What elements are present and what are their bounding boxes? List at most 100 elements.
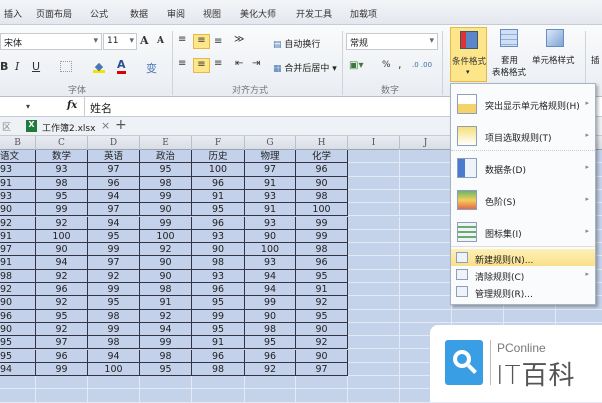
increase-indent-icon[interactable]: ⇥	[252, 58, 260, 69]
table-cell[interactable]: 97	[296, 362, 348, 377]
menu-item-color-scales[interactable]: 色阶(S) ▸	[451, 185, 595, 215]
empty-cell[interactable]	[348, 296, 400, 310]
table-cell[interactable]: 96	[36, 349, 88, 363]
italic-button[interactable]: I	[15, 60, 19, 73]
empty-cell[interactable]	[348, 189, 400, 204]
column-header[interactable]: E	[140, 136, 192, 150]
table-cell[interactable]: 95	[140, 163, 192, 177]
table-cell[interactable]: 93	[245, 189, 296, 204]
table-cell[interactable]: 95	[192, 203, 245, 217]
table-cell[interactable]: 93	[36, 163, 88, 177]
empty-cell[interactable]	[0, 376, 36, 390]
column-header[interactable]: C	[36, 136, 88, 150]
table-cell[interactable]: 94	[140, 322, 192, 337]
table-cell[interactable]: 90	[0, 203, 36, 217]
table-cell[interactable]: 99	[296, 216, 348, 230]
table-cell[interactable]: 99	[88, 283, 140, 297]
empty-cell[interactable]	[140, 376, 192, 390]
font-color-button[interactable]: A	[117, 58, 126, 74]
table-cell[interactable]: 90	[140, 269, 192, 283]
table-cell[interactable]: 96	[192, 349, 245, 363]
empty-cell[interactable]	[88, 389, 140, 403]
table-cell[interactable]: 90	[36, 243, 88, 257]
fx-button[interactable]: fx	[67, 100, 77, 111]
table-cell[interactable]: 91	[192, 336, 245, 350]
empty-cell[interactable]	[296, 376, 348, 390]
table-cell[interactable]: 92	[88, 269, 140, 283]
empty-cell[interactable]	[400, 150, 452, 164]
table-cell[interactable]: 数学	[36, 150, 88, 164]
empty-cell[interactable]	[36, 376, 88, 390]
table-cell[interactable]: 100	[36, 229, 88, 244]
empty-cell[interactable]	[348, 283, 400, 297]
table-cell[interactable]: 92	[36, 296, 88, 310]
orientation-icon[interactable]: ≫	[234, 34, 244, 45]
table-cell[interactable]: 96	[192, 216, 245, 230]
empty-cell[interactable]	[192, 389, 245, 403]
align-bottom-icon[interactable]: ≡	[214, 36, 222, 47]
empty-cell[interactable]	[400, 203, 452, 217]
percent-button[interactable]: %	[382, 60, 391, 70]
table-cell[interactable]: 100	[88, 362, 140, 377]
empty-cell[interactable]	[400, 189, 452, 204]
column-header[interactable]: H	[296, 136, 348, 150]
empty-cell[interactable]	[504, 309, 556, 323]
column-header[interactable]: F	[192, 136, 245, 150]
table-cell[interactable]: 95	[296, 269, 348, 283]
empty-cell[interactable]	[400, 176, 452, 190]
menu-item-icon-sets[interactable]: 图标集(I) ▸	[451, 217, 595, 247]
table-cell[interactable]: 96	[296, 256, 348, 270]
table-cell[interactable]: 95	[36, 309, 88, 323]
empty-cell[interactable]	[348, 349, 400, 363]
ribbon-tab[interactable]: 页面布局	[36, 7, 72, 20]
menu-item-new-rule[interactable]: 新建规则(N)...	[451, 249, 595, 266]
menu-item-clear-rules[interactable]: 清除规则(C) ▸	[451, 266, 595, 283]
table-cell[interactable]: 93	[192, 269, 245, 283]
format-as-table-button[interactable]: 套用 表格格式	[492, 29, 526, 81]
table-cell[interactable]: 98	[0, 269, 36, 283]
table-cell[interactable]: 98	[140, 349, 192, 363]
empty-cell[interactable]	[348, 336, 400, 350]
phonetic-button[interactable]: 变	[146, 60, 157, 76]
table-cell[interactable]: 92	[0, 216, 36, 230]
column-header[interactable]: B	[0, 136, 36, 150]
table-cell[interactable]: 97	[245, 163, 296, 177]
table-cell[interactable]: 91	[245, 203, 296, 217]
table-cell[interactable]: 100	[245, 243, 296, 257]
table-cell[interactable]: 91	[0, 256, 36, 270]
empty-cell[interactable]	[245, 389, 296, 403]
font-name-select[interactable]: 宋体 ▾	[0, 33, 102, 50]
align-center-icon[interactable]: ≡	[193, 58, 210, 73]
empty-cell[interactable]	[348, 229, 400, 244]
empty-cell[interactable]	[140, 389, 192, 403]
table-cell[interactable]: 96	[245, 349, 296, 363]
table-cell[interactable]: 95	[245, 336, 296, 350]
close-tab-button[interactable]: ×	[101, 119, 110, 132]
table-cell[interactable]: 98	[140, 283, 192, 297]
column-header[interactable]: G	[245, 136, 296, 150]
table-cell[interactable]: 99	[140, 336, 192, 350]
empty-cell[interactable]	[296, 389, 348, 403]
empty-cell[interactable]	[348, 269, 400, 283]
table-cell[interactable]: 96	[296, 163, 348, 177]
table-cell[interactable]: 90	[0, 296, 36, 310]
table-cell[interactable]: 95	[296, 309, 348, 323]
menu-item-data-bars[interactable]: 数据条(D) ▸	[451, 153, 595, 183]
conditional-format-button[interactable]: 条件格式 ▾	[450, 27, 487, 82]
empty-cell[interactable]	[400, 243, 452, 257]
table-cell[interactable]: 98	[192, 256, 245, 270]
decimal-icon[interactable]: .0 .00	[412, 61, 432, 69]
table-cell[interactable]: 93	[0, 189, 36, 204]
formula-input[interactable]: 姓名	[90, 100, 112, 116]
align-top-icon[interactable]: ≡	[178, 34, 186, 45]
comma-button[interactable]: ,	[398, 58, 402, 71]
table-cell[interactable]: 90	[140, 203, 192, 217]
table-cell[interactable]: 94	[88, 216, 140, 230]
table-cell[interactable]: 99	[296, 229, 348, 244]
table-cell[interactable]: 99	[36, 203, 88, 217]
table-cell[interactable]: 98	[88, 309, 140, 323]
empty-cell[interactable]	[400, 229, 452, 244]
table-cell[interactable]: 96	[88, 176, 140, 190]
table-cell[interactable]: 94	[245, 283, 296, 297]
table-cell[interactable]: 97	[88, 256, 140, 270]
